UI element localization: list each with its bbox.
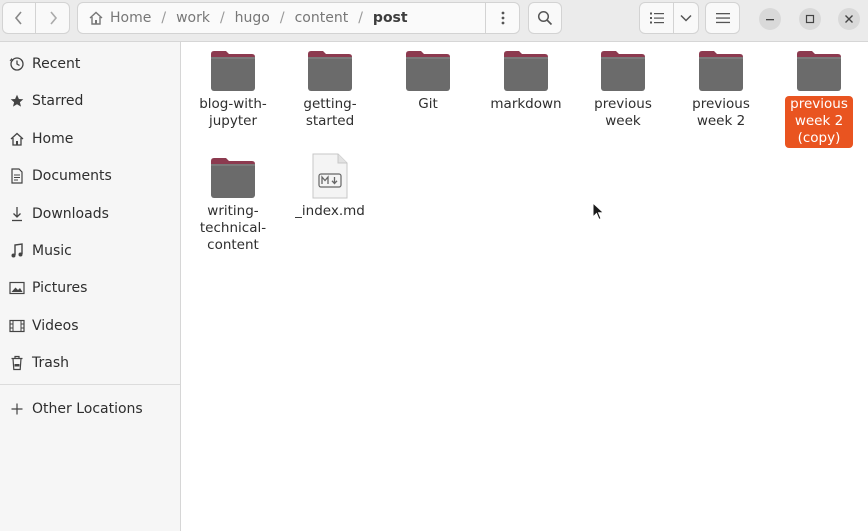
- back-button[interactable]: [2, 2, 36, 34]
- breadcrumb-post[interactable]: post: [373, 10, 408, 26]
- file-name: writing-technical-content: [199, 203, 267, 253]
- picture-icon: [8, 279, 26, 297]
- star-icon: [8, 92, 26, 110]
- breadcrumb-hugo[interactable]: hugo: [235, 10, 270, 26]
- file-name: previous week 2: [692, 96, 750, 129]
- music-icon: [8, 242, 26, 260]
- breadcrumb-separator: /: [219, 10, 225, 26]
- sidebar-item-label: Videos: [32, 318, 79, 334]
- document-icon: [8, 167, 26, 185]
- sidebar-item-other-locations[interactable]: Other Locations: [0, 392, 180, 426]
- sidebar-item-recent[interactable]: Recent: [0, 47, 180, 81]
- view-options-dropdown[interactable]: [673, 2, 699, 34]
- file-grid: blog-with-jupyter getting-started Git ma…: [181, 42, 868, 531]
- file-name: markdown: [490, 96, 562, 112]
- file-name: previous week 2 (copy): [785, 96, 853, 148]
- header-bar: Home / work / hugo / content / post: [0, 0, 868, 42]
- sidebar-item-label: Other Locations: [32, 401, 143, 417]
- sidebar-item-music[interactable]: Music: [0, 234, 180, 268]
- path-options-button[interactable]: [485, 3, 519, 33]
- chevron-down-icon: [680, 14, 692, 22]
- file-name: _index.md: [295, 203, 365, 219]
- minimize-button[interactable]: [759, 8, 781, 30]
- breadcrumb-content[interactable]: content: [295, 10, 349, 26]
- clock-icon: [8, 55, 26, 73]
- folder-icon: [795, 48, 843, 92]
- search-icon: [537, 10, 553, 26]
- sidebar-item-label: Pictures: [32, 280, 88, 296]
- home-icon: [8, 130, 26, 148]
- sidebar-item-trash[interactable]: Trash: [0, 346, 180, 380]
- vertical-dots-icon: [501, 11, 504, 25]
- folder-previous-week-2[interactable]: previous week 2: [676, 48, 766, 130]
- folder-blog-with-jupyter[interactable]: blog-with-jupyter: [188, 48, 278, 130]
- breadcrumb-separator: /: [161, 10, 167, 26]
- sidebar-item-documents[interactable]: Documents: [0, 159, 180, 193]
- file-name: blog-with-jupyter: [199, 96, 267, 129]
- file-name: Git: [418, 96, 438, 112]
- folder-icon: [404, 48, 452, 92]
- folder-getting-started[interactable]: getting-started: [285, 48, 375, 130]
- sidebar-item-label: Music: [32, 243, 72, 259]
- breadcrumb-separator: /: [358, 10, 363, 26]
- breadcrumb: Home / work / hugo / content / post: [78, 3, 485, 33]
- trash-icon: [8, 354, 26, 372]
- minimize-icon: [766, 19, 774, 21]
- chevron-left-icon: [14, 11, 22, 25]
- folder-previous-week-2-copy[interactable]: previous week 2 (copy): [774, 48, 864, 148]
- hamburger-menu-icon: [715, 13, 730, 24]
- search-button[interactable]: [528, 2, 562, 34]
- list-view-button[interactable]: [639, 2, 674, 34]
- folder-icon: [599, 48, 647, 92]
- close-icon: [845, 15, 853, 23]
- folder-git[interactable]: Git: [383, 48, 473, 113]
- breadcrumb-work[interactable]: work: [176, 10, 210, 26]
- sidebar-item-videos[interactable]: Videos: [0, 309, 180, 343]
- forward-button[interactable]: [35, 2, 70, 34]
- sidebar-item-home[interactable]: Home: [0, 122, 180, 156]
- sidebar-item-label: Starred: [32, 93, 84, 109]
- sidebar-item-starred[interactable]: Starred: [0, 84, 180, 118]
- file-index-md[interactable]: _index.md: [285, 153, 375, 220]
- chevron-right-icon: [49, 11, 57, 25]
- sidebar-item-label: Trash: [32, 355, 69, 371]
- sidebar-item-label: Documents: [32, 168, 112, 184]
- main-menu-button[interactable]: [705, 2, 740, 34]
- file-name: previous week: [594, 96, 652, 129]
- sidebar-item-label: Downloads: [32, 206, 109, 222]
- folder-icon: [209, 155, 257, 199]
- markdown-file-icon: [306, 153, 354, 199]
- folder-icon: [502, 48, 550, 92]
- breadcrumb-separator: /: [279, 10, 285, 26]
- home-icon: [88, 10, 104, 26]
- maximize-button[interactable]: [799, 8, 821, 30]
- folder-icon: [306, 48, 354, 92]
- folder-icon: [209, 48, 257, 92]
- sidebar-item-pictures[interactable]: Pictures: [0, 271, 180, 305]
- list-view-icon: [649, 12, 664, 24]
- plus-icon: [8, 400, 26, 418]
- file-name: getting-started: [303, 96, 357, 129]
- breadcrumb-home[interactable]: Home: [110, 10, 151, 26]
- download-icon: [8, 205, 26, 223]
- sidebar-item-label: Home: [32, 131, 74, 147]
- sidebar-item-label: Recent: [32, 56, 81, 72]
- sidebar: Recent Starred Home Documents Downloads …: [0, 42, 181, 531]
- mouse-cursor-icon: [592, 201, 606, 226]
- path-bar: Home / work / hugo / content / post: [77, 2, 520, 34]
- sidebar-item-downloads[interactable]: Downloads: [0, 197, 180, 231]
- maximize-icon: [805, 14, 815, 24]
- sidebar-divider: [0, 384, 180, 385]
- folder-writing-technical-content[interactable]: writing-technical-content: [188, 155, 278, 254]
- folder-previous-week[interactable]: previous week: [578, 48, 668, 130]
- close-button[interactable]: [838, 8, 860, 30]
- video-icon: [8, 317, 26, 335]
- folder-icon: [697, 48, 745, 92]
- folder-markdown[interactable]: markdown: [481, 48, 571, 113]
